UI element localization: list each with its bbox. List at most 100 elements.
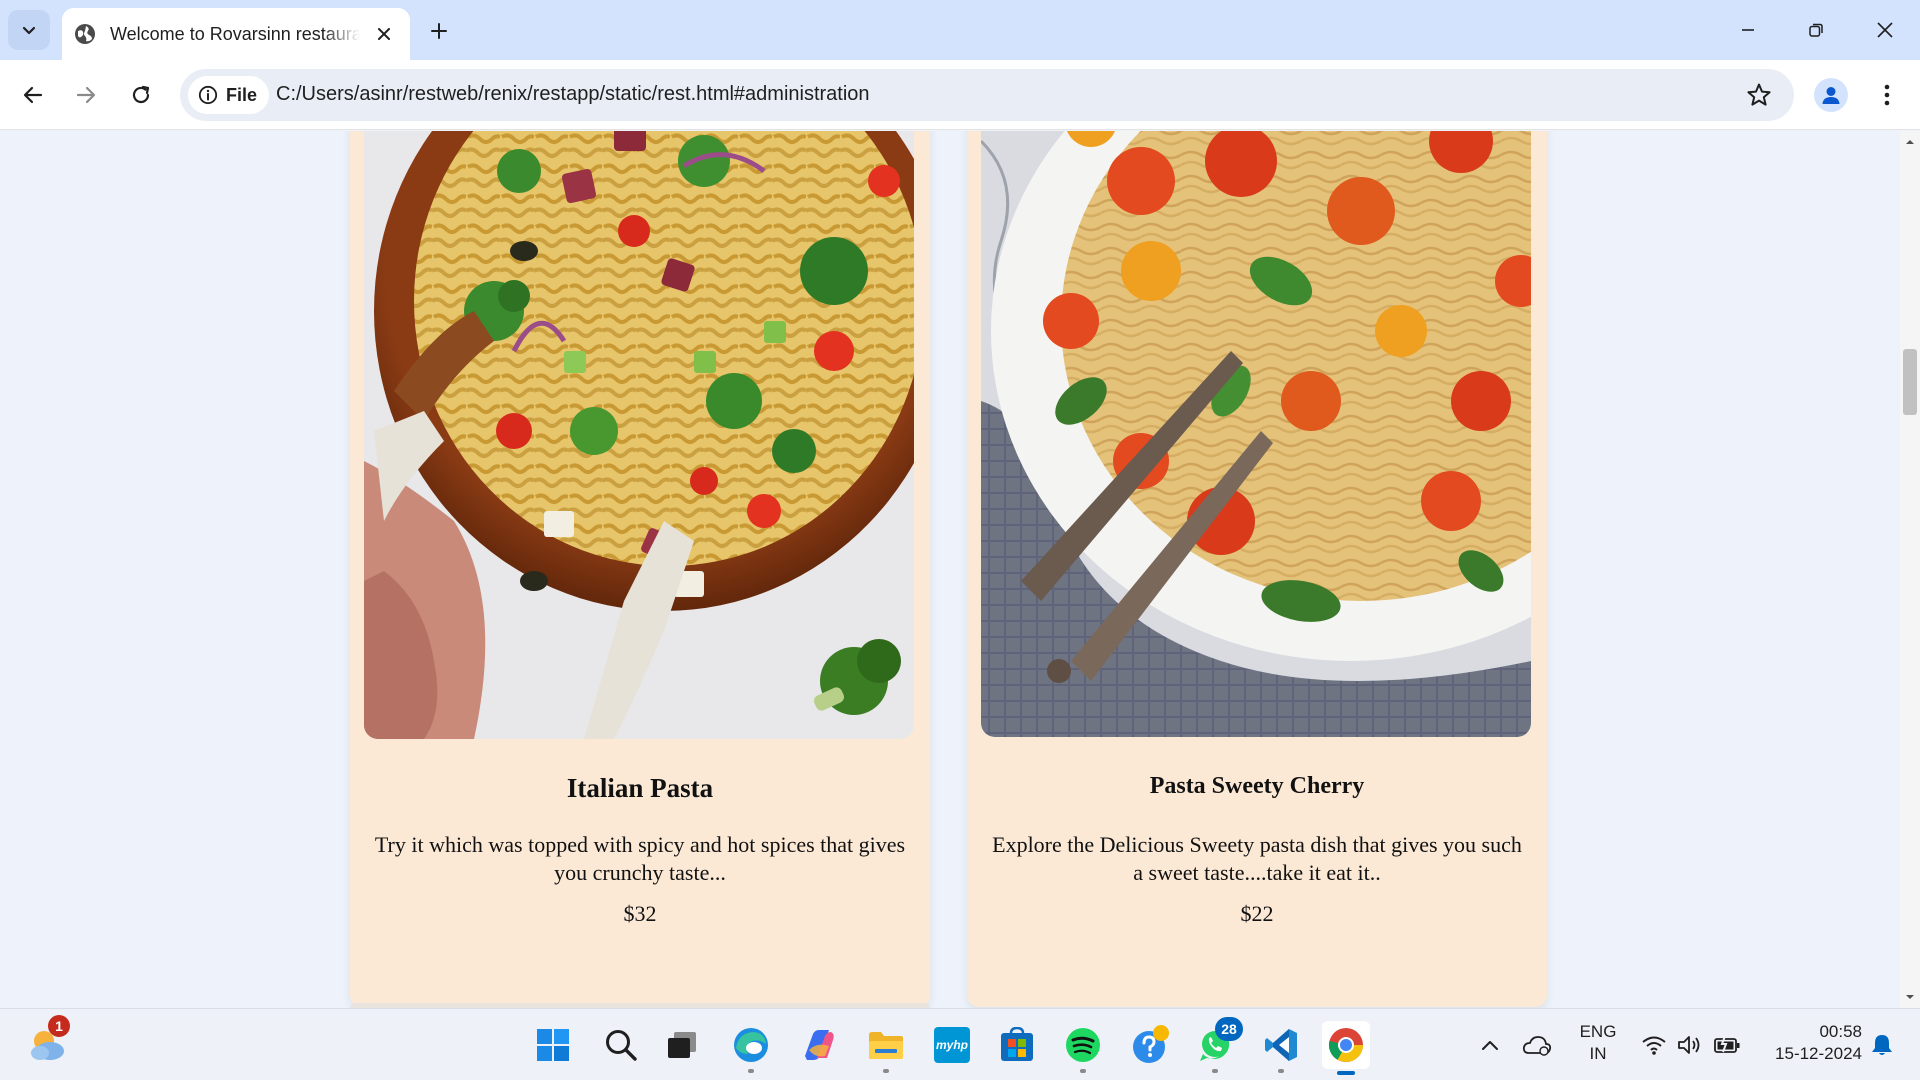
italian-pasta-image — [364, 131, 914, 739]
page-viewport: Italian Pasta Try it which was topped wi… — [0, 131, 1900, 1008]
running-indicator — [1212, 1069, 1218, 1073]
start-button[interactable] — [529, 1021, 577, 1069]
running-indicator — [883, 1069, 889, 1073]
bell-icon — [1872, 1035, 1892, 1055]
volume-icon — [1678, 1036, 1700, 1054]
close-icon — [1877, 22, 1893, 38]
windows-start-icon — [537, 1029, 569, 1061]
forward-button[interactable] — [68, 77, 104, 113]
whatsapp-unread-badge: 28 — [1215, 1017, 1243, 1041]
browser-tab-strip: Welcome to Rovarsinn restaurant — [0, 0, 1920, 60]
minimize-icon — [1742, 29, 1754, 31]
running-indicator — [1278, 1069, 1284, 1073]
myhp-label: myhp — [935, 1038, 968, 1052]
windows-taskbar: 1 myhp 28 ENG IN 00:58 15-12-2024 — [0, 1008, 1920, 1080]
copilot-icon — [805, 1030, 834, 1060]
edge-button[interactable] — [727, 1021, 775, 1073]
close-window-button[interactable] — [1862, 10, 1908, 50]
url-text[interactable]: C:/Users/asinr/restweb/renix/restapp/sta… — [276, 83, 870, 106]
address-bar[interactable]: File C:/Users/asinr/restweb/renix/restap… — [180, 69, 1794, 121]
person-icon — [1822, 87, 1840, 104]
menu-card-pasta-sweety-cherry[interactable]: Pasta Sweety Cherry Explore the Deliciou… — [967, 131, 1547, 1007]
myhp-button[interactable]: myhp — [928, 1021, 976, 1069]
bookmark-star-icon[interactable] — [1746, 82, 1772, 108]
restore-button[interactable] — [1793, 10, 1839, 50]
tab-title: Welcome to Rovarsinn restaurant — [110, 23, 360, 44]
language-code: ENG — [1579, 1022, 1617, 1041]
chrome-button[interactable] — [1322, 1021, 1370, 1075]
chrome-icon — [1328, 1028, 1363, 1062]
site-info-label: File — [226, 84, 258, 105]
info-icon — [198, 85, 218, 105]
search-icon — [606, 1030, 637, 1061]
battery-icon — [1714, 1035, 1740, 1053]
spotify-icon — [1066, 1028, 1100, 1062]
globe-icon — [75, 24, 95, 44]
minimize-button[interactable] — [1725, 10, 1771, 50]
clock-date: 15-12-2024 — [1775, 1044, 1862, 1063]
clock-time: 00:58 — [1819, 1022, 1862, 1041]
profile-button[interactable] — [1814, 78, 1848, 112]
vscode-icon — [1265, 1029, 1297, 1061]
reload-icon — [132, 85, 150, 104]
scroll-up-icon[interactable] — [1905, 137, 1915, 147]
show-hidden-icons-button[interactable] — [1470, 1021, 1510, 1069]
more-vert-icon — [1884, 84, 1890, 106]
notifications-button[interactable] — [1864, 1021, 1900, 1069]
menu-card-description: Try it which was topped with spicy and h… — [374, 832, 906, 885]
browser-toolbar: File C:/Users/asinr/restweb/renix/restap… — [0, 60, 1920, 130]
microsoft-store-button[interactable] — [993, 1021, 1041, 1069]
task-view-button[interactable] — [658, 1021, 706, 1069]
plus-icon — [431, 23, 447, 39]
language-indicator[interactable]: ENG IN — [1570, 1021, 1626, 1065]
new-tab-button[interactable] — [424, 16, 454, 46]
task-view-icon — [668, 1032, 696, 1058]
clock[interactable]: 00:58 15-12-2024 — [1752, 1021, 1862, 1065]
running-indicator — [1080, 1069, 1086, 1073]
copilot-button[interactable] — [794, 1021, 842, 1069]
file-explorer-button[interactable] — [862, 1021, 910, 1073]
menu-card-description: Explore the Delicious Sweety pasta dish … — [992, 832, 1522, 885]
close-icon — [378, 28, 390, 40]
tab-search-button[interactable] — [8, 10, 50, 50]
back-button[interactable] — [15, 77, 51, 113]
microsoft-store-icon — [1001, 1027, 1033, 1061]
menu-card-price: $32 — [623, 901, 657, 926]
chevron-down-icon — [22, 26, 36, 35]
reload-button[interactable] — [123, 77, 159, 113]
tab-close-button[interactable] — [372, 22, 396, 46]
scroll-thumb[interactable] — [1903, 349, 1917, 415]
get-help-button[interactable] — [1127, 1021, 1175, 1069]
chevron-up-icon — [1482, 1041, 1498, 1050]
site-info-chip[interactable]: File — [188, 76, 270, 114]
arrow-right-icon — [76, 86, 96, 104]
file-explorer-icon — [869, 1032, 903, 1059]
running-indicator — [748, 1069, 754, 1073]
vscode-button[interactable] — [1257, 1021, 1305, 1073]
spotify-button[interactable] — [1059, 1021, 1107, 1073]
onedrive-button[interactable] — [1515, 1021, 1559, 1069]
myhp-icon: myhp — [934, 1027, 970, 1063]
weather-widget[interactable]: 1 — [24, 1015, 72, 1069]
taskbar-search-button[interactable] — [597, 1021, 645, 1069]
arrow-left-icon — [23, 86, 43, 104]
menu-card-title: Pasta Sweety Cherry — [1149, 773, 1365, 799]
get-help-icon — [1133, 1025, 1169, 1063]
page-scrollbar[interactable] — [1900, 131, 1920, 1008]
scroll-down-icon[interactable] — [1905, 992, 1915, 1002]
weather-alert-badge: 1 — [48, 1015, 70, 1037]
whatsapp-button[interactable]: 28 — [1191, 1017, 1243, 1073]
cloud-icon — [1522, 1036, 1552, 1056]
restore-icon — [1809, 23, 1823, 37]
menu-card-italian-pasta[interactable]: Italian Pasta Try it which was topped wi… — [350, 131, 930, 1007]
menu-card-price: $22 — [1240, 901, 1274, 926]
menu-card-title: Italian Pasta — [566, 773, 714, 803]
browser-menu-button[interactable] — [1872, 78, 1902, 112]
active-indicator — [1337, 1071, 1355, 1075]
browser-tab[interactable]: Welcome to Rovarsinn restaurant — [62, 8, 410, 60]
wifi-icon — [1642, 1036, 1666, 1055]
pasta-sweety-cherry-image — [981, 131, 1531, 737]
edge-icon — [734, 1028, 768, 1062]
quick-settings-button[interactable] — [1636, 1021, 1746, 1069]
region-code: IN — [1589, 1044, 1607, 1063]
